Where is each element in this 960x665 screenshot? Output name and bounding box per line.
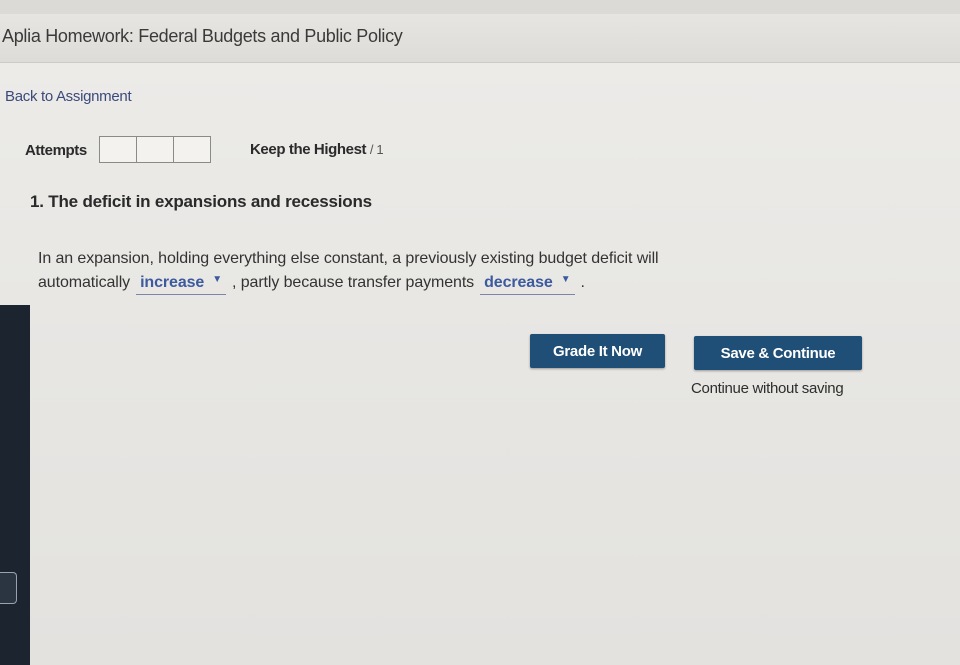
grade-it-now-button[interactable]: Grade It Now <box>530 334 665 368</box>
attempts-policy: Keep the Highest / 1 <box>250 141 384 158</box>
attempt-box <box>173 136 211 163</box>
question-text-line2: automatically increase ▼ , partly becaus… <box>38 274 585 295</box>
answer-dropdown-1[interactable]: increase ▼ <box>136 273 227 295</box>
page-title: Aplia Homework: Federal Budgets and Publ… <box>2 26 403 46</box>
attempt-box <box>99 136 137 163</box>
title-bar: Aplia Homework: Federal Budgets and Publ… <box>0 14 960 63</box>
continue-without-saving-link[interactable]: Continue without saving <box>691 380 844 397</box>
answer-dropdown-2[interactable]: decrease ▼ <box>480 273 575 295</box>
question-title: 1. The deficit in expansions and recessi… <box>30 192 372 211</box>
attempts-label: Attempts <box>25 142 87 159</box>
attempts-policy-label: Keep the Highest <box>250 141 367 158</box>
question-text-mid: , partly because transfer payments <box>232 274 475 291</box>
top-strip <box>0 0 960 15</box>
save-and-continue-button[interactable]: Save & Continue <box>694 336 862 370</box>
attempt-boxes <box>99 136 211 163</box>
attempts-score: / 1 <box>369 142 384 157</box>
answer-dropdown-1-value: increase <box>140 274 205 291</box>
left-rail <box>0 305 30 665</box>
chevron-down-icon: ▼ <box>560 273 571 285</box>
chevron-down-icon: ▼ <box>212 273 223 285</box>
question-text-end: . <box>580 274 585 291</box>
question-text-line1: In an expansion, holding everything else… <box>38 250 659 267</box>
rail-tab-handle[interactable] <box>0 572 17 604</box>
back-to-assignment-link[interactable]: Back to Assignment <box>5 88 132 105</box>
attempt-box <box>136 136 174 163</box>
question-text-pre: automatically <box>38 274 131 291</box>
answer-dropdown-2-value: decrease <box>484 274 553 291</box>
